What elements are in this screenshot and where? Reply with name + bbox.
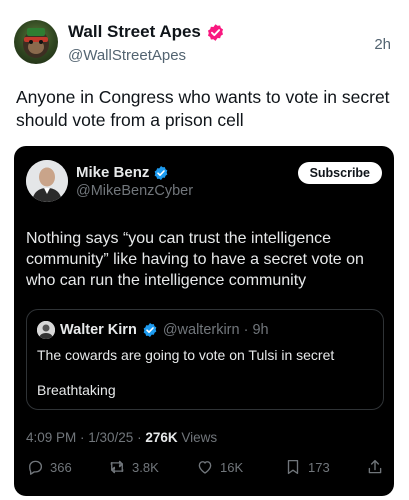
bookmark-count: 173 bbox=[308, 459, 330, 475]
embedded-post-text: Nothing says “you can trust the intellig… bbox=[26, 230, 364, 289]
views-count: 276K bbox=[145, 430, 178, 445]
author-handle[interactable]: @WallStreetApes bbox=[68, 47, 186, 64]
like-icon bbox=[198, 461, 212, 474]
reply-count: 366 bbox=[50, 459, 72, 475]
post-text: Anyone in Congress who wants to vote in … bbox=[16, 87, 390, 130]
action-bar: 366 3.8K 16K 173 bbox=[26, 458, 384, 480]
repost-icon bbox=[110, 460, 124, 474]
embedded-author-avatar[interactable] bbox=[26, 160, 68, 202]
verified-icon bbox=[143, 323, 157, 337]
author-avatar[interactable] bbox=[14, 20, 58, 64]
like-button[interactable]: 16K bbox=[196, 458, 243, 476]
embedded-author-handle[interactable]: @MikeBenzCyber bbox=[76, 183, 193, 199]
verified-icon bbox=[155, 165, 168, 180]
quoted-post-header: Walter Kirn @walterkirn · 9h bbox=[37, 321, 269, 339]
post-metadata: 4:09 PM · 1/30/25 · 276K Views bbox=[26, 430, 217, 445]
post-header: Wall Street Apes @WallStreetApes 2h bbox=[14, 16, 395, 68]
verified-icon bbox=[207, 23, 223, 41]
subscribe-button[interactable]: Subscribe bbox=[297, 162, 382, 184]
repost-button[interactable]: 3.8K bbox=[108, 458, 159, 476]
bookmark-icon bbox=[287, 459, 299, 475]
reply-icon bbox=[29, 460, 43, 475]
post-timestamp[interactable]: 4:09 PM · 1/30/25 · bbox=[26, 430, 145, 445]
bookmark-button[interactable]: 173 bbox=[284, 458, 330, 476]
embedded-post-card[interactable]: Mike Benz @MikeBenzCyber Subscribe Nothi… bbox=[14, 146, 394, 496]
like-count: 16K bbox=[220, 459, 244, 475]
share-button[interactable] bbox=[366, 458, 384, 476]
repost-count: 3.8K bbox=[132, 459, 159, 475]
quoted-post[interactable]: Walter Kirn @walterkirn · 9h The cowards… bbox=[26, 309, 384, 410]
quoted-author-avatar[interactable] bbox=[37, 321, 55, 339]
share-icon bbox=[368, 459, 382, 474]
quoted-post-text-line: The cowards are going to vote on Tulsi i… bbox=[37, 347, 335, 363]
person-avatar-icon bbox=[37, 321, 55, 339]
author-name[interactable]: Wall Street Apes bbox=[68, 22, 201, 42]
reply-button[interactable]: 366 bbox=[26, 458, 72, 476]
views-label: Views bbox=[177, 430, 218, 445]
ape-avatar-icon bbox=[23, 28, 49, 58]
quoted-post-text-line: Breathtaking bbox=[37, 382, 116, 398]
embedded-author-name[interactable]: Mike Benz bbox=[76, 164, 149, 181]
quoted-author-name[interactable]: Walter Kirn bbox=[60, 322, 137, 338]
quoted-author-handle-time: @walterkirn · 9h bbox=[162, 322, 269, 338]
author-name-row: Wall Street Apes bbox=[68, 22, 225, 42]
embedded-author-name-row: Mike Benz bbox=[76, 164, 169, 181]
person-avatar-icon bbox=[26, 160, 68, 202]
post-time[interactable]: 2h bbox=[374, 36, 391, 53]
